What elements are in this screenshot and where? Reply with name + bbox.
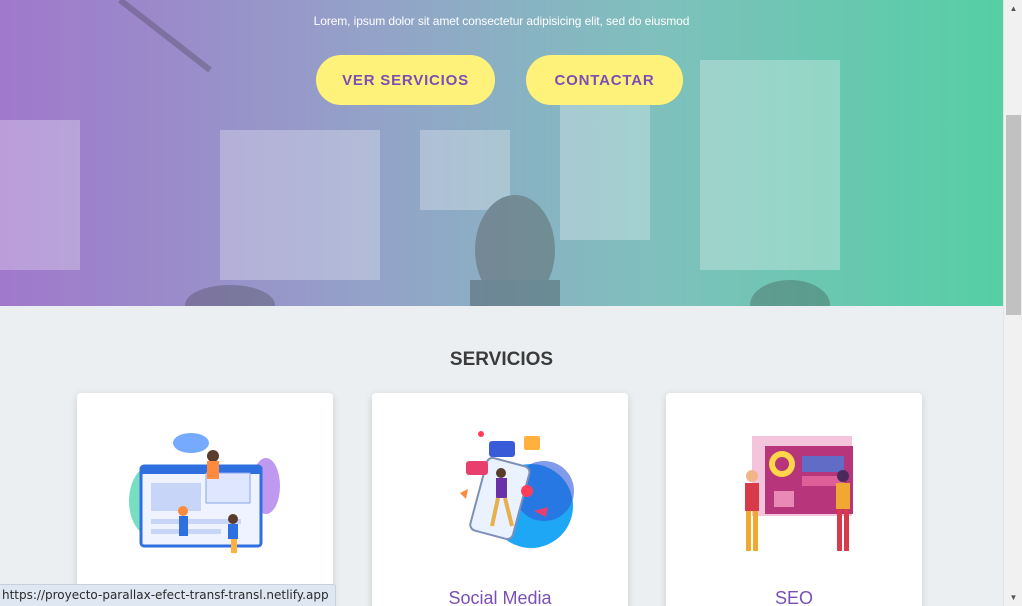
vertical-scrollbar[interactable]: ▲ ▼	[1003, 0, 1022, 606]
service-card-label: Social Media	[448, 588, 552, 606]
view-services-button[interactable]: VER SERVICIOS	[316, 55, 495, 105]
social-media-illustration	[460, 431, 574, 548]
status-bar-url: https://proyecto-parallax-efect-transf-t…	[0, 584, 336, 606]
service-card-seo[interactable]: SEO	[666, 393, 922, 606]
contact-button[interactable]: CONTACTAR	[526, 55, 683, 105]
chevron-up-icon[interactable]: ▲	[1004, 0, 1022, 17]
hero-background-photo	[0, 0, 840, 306]
service-card-web[interactable]	[77, 393, 333, 606]
web-design-illustration	[129, 433, 280, 553]
seo-illustration	[745, 436, 853, 551]
hero-subtitle: Lorem, ipsum dolor sit amet consectetur …	[313, 14, 690, 28]
scrollbar-thumb[interactable]	[1006, 115, 1021, 315]
service-card-social-media[interactable]: Social Media	[372, 393, 628, 606]
chevron-down-icon[interactable]: ▼	[1004, 589, 1022, 606]
services-title: SERVICIOS	[449, 349, 554, 370]
hero-section: Lorem, ipsum dolor sit amet consectetur …	[0, 0, 1003, 306]
service-card-label: SEO	[774, 588, 813, 606]
